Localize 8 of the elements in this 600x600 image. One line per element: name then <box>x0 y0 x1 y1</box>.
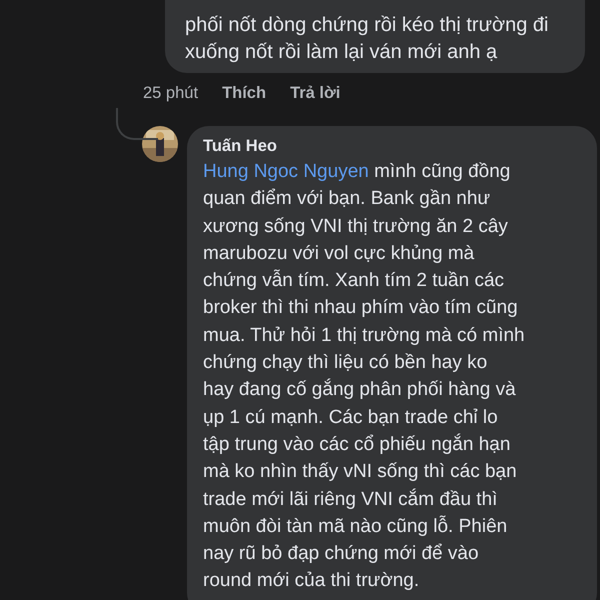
comment-time: 25 phút <box>143 83 198 103</box>
author-name[interactable]: Tuấn Heo <box>203 134 583 158</box>
reply-text: Hung Ngoc Nguyen mình cũng đồng quan điểm với bạn. Bank gần như xương sống VNI thị trường ăn 2 cây marubozu với vol cực khủng mà chứng vẫn tím. Xanh tím 2 tuần các broker thì thi nhau phím vào tím cũng mua. Thử hỏi 1 thị trường mà có mình chứng chạy thì liệu có bền hay ko hay đang cố gắng phân phối hàng và ụp 1 cú mạnh. Các bạn trade chỉ lo tập trung vào các cổ phiếu ngắn hạn mà ko nhìn thấy vNI sống thì các bạn trade mới lãi riêng VNI cắm đầu thì muôn đòi tàn mã nào cũng lỗ. Phiên nay rũ bỏ đạp chứng mới để vào round mới của thi trường. <box>203 160 526 594</box>
mention-link[interactable]: Hung Ngoc Nguyen <box>203 161 369 182</box>
comment-text: phối nốt dòng chứng rồi kéo thị trường đi xuống nốt rồi làm lại ván mới anh ạ <box>185 13 550 65</box>
reply-link[interactable]: Trả lời <box>290 83 340 103</box>
like-link[interactable]: Thích <box>222 83 266 103</box>
avatar[interactable] <box>142 126 178 162</box>
